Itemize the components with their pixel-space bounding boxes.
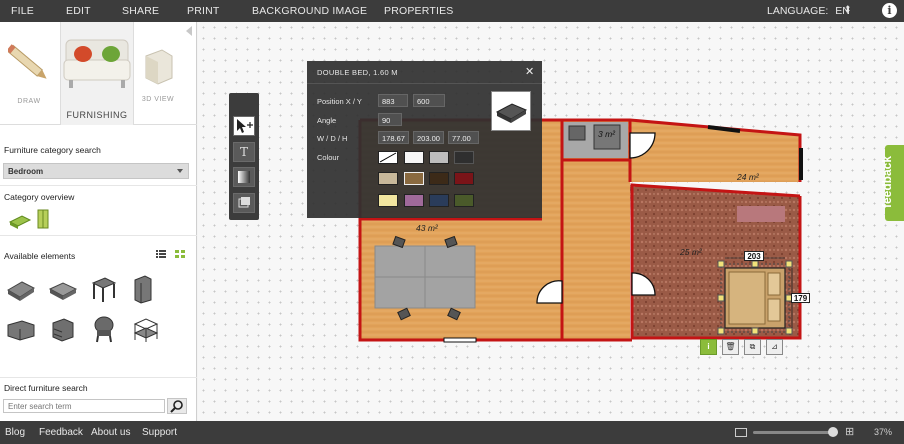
footer-link-blog[interactable]: Blog xyxy=(5,427,25,438)
zoom-slider[interactable] xyxy=(753,431,838,434)
fit-screen-icon[interactable] xyxy=(735,428,747,437)
colour-swatch[interactable] xyxy=(429,194,449,207)
depth-input[interactable]: 203.00 xyxy=(413,131,444,144)
colour-swatch[interactable] xyxy=(454,151,474,164)
zoom-slider-handle[interactable] xyxy=(828,427,838,437)
colour-swatch[interactable] xyxy=(404,151,424,164)
divider xyxy=(307,83,542,84)
footer-link-feedback[interactable]: Feedback xyxy=(39,427,83,438)
angle-label: Angle xyxy=(317,116,337,125)
gradient-icon xyxy=(238,171,250,183)
wdh-label: W / D / H xyxy=(317,134,348,143)
width-input[interactable]: 178.67 xyxy=(378,131,409,144)
duplicate-icon[interactable]: ⧉ xyxy=(744,339,761,355)
colour-swatch[interactable] xyxy=(404,194,424,207)
colour-swatch-none[interactable] xyxy=(378,151,398,164)
sink xyxy=(568,125,586,141)
footer-link-about[interactable]: About us xyxy=(91,427,130,438)
panel-title: DOUBLE BED, 1.60 M xyxy=(317,68,398,77)
object-properties-panel: DOUBLE BED, 1.60 M ✕ Position X / Y 883 … xyxy=(307,61,542,218)
mirror-icon[interactable]: ⊿ xyxy=(766,339,783,355)
height-input[interactable]: 77.00 xyxy=(448,131,479,144)
layers-icon xyxy=(238,197,250,208)
position-x-input[interactable]: 883 xyxy=(378,94,408,107)
zoom-level: 37% xyxy=(874,427,893,437)
colour-swatch-selected[interactable] xyxy=(404,172,424,185)
footer-link-support[interactable]: Support xyxy=(142,427,177,438)
info-object-icon[interactable]: i xyxy=(700,339,717,355)
footer-bar: Blog Feedback About us Support ⊞ 37% xyxy=(0,421,904,444)
bed-depth-dimension: 179 xyxy=(791,293,810,303)
layer-tool[interactable] xyxy=(233,193,255,213)
bed-preview-icon xyxy=(495,103,528,123)
delete-icon[interactable]: 🗑 xyxy=(722,339,739,355)
close-icon[interactable]: ✕ xyxy=(525,65,534,78)
text-tool[interactable]: T xyxy=(233,142,255,162)
angle-input[interactable]: 90 xyxy=(378,113,402,126)
colour-swatch[interactable] xyxy=(378,172,398,185)
object-preview xyxy=(491,91,531,131)
bed-width-dimension: 203 xyxy=(744,251,764,261)
position-label: Position X / Y xyxy=(317,97,362,106)
tool-palette: T xyxy=(229,93,259,220)
feedback-tab[interactable]: feedback xyxy=(880,145,904,221)
area-label: 25 m² xyxy=(680,247,702,257)
colour-swatch[interactable] xyxy=(454,194,474,207)
area-label: 3 m² xyxy=(598,129,615,139)
dresser xyxy=(737,206,785,222)
zoom-in-icon[interactable]: ⊞ xyxy=(845,425,854,438)
cursor-move-icon xyxy=(237,119,253,133)
colour-label: Colour xyxy=(317,153,340,162)
colour-swatch[interactable] xyxy=(429,172,449,185)
gradient-tool[interactable] xyxy=(233,167,255,187)
colour-swatch[interactable] xyxy=(378,194,398,207)
select-move-tool[interactable] xyxy=(233,116,255,136)
position-y-input[interactable]: 600 xyxy=(413,94,445,107)
colour-swatch[interactable] xyxy=(429,151,449,164)
colour-swatch[interactable] xyxy=(454,172,474,185)
area-label: 24 m² xyxy=(737,172,759,182)
area-label: 43 m² xyxy=(416,223,438,233)
